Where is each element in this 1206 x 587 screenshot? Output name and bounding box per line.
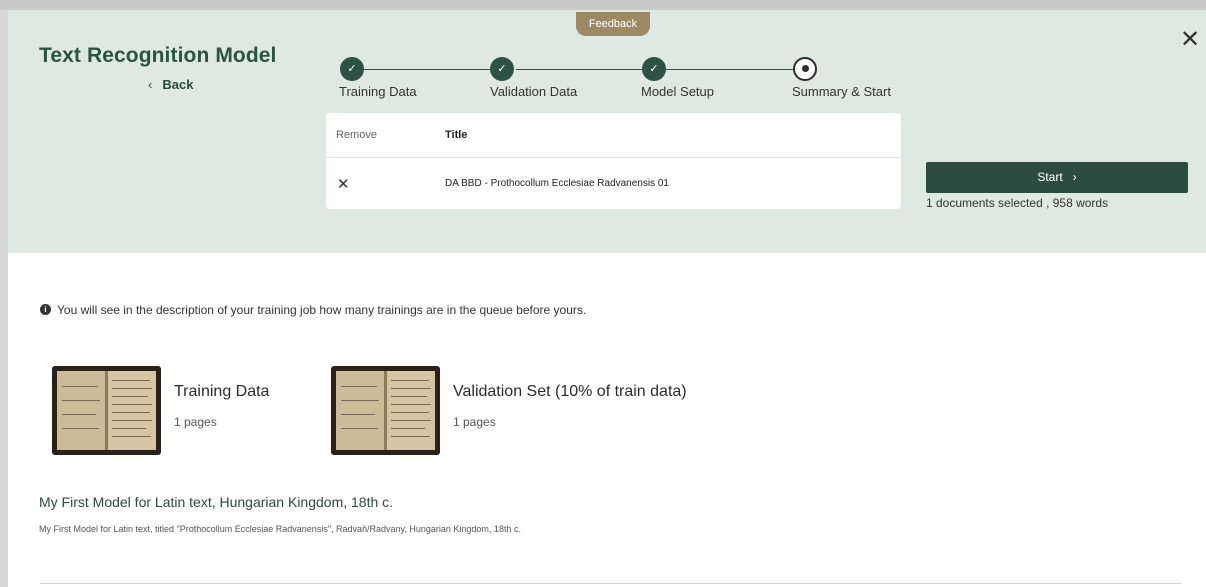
selection-summary: 1 documents selected , 958 words [926,196,1109,210]
step-connector [364,69,490,70]
step-label-validation-data[interactable]: Validation Data [490,84,577,99]
start-label: Start [1037,170,1063,184]
step-4-current-icon[interactable] [793,57,817,81]
step-connector [516,69,642,70]
column-header-title[interactable]: Title [445,129,467,141]
page-title: Text Recognition Model [39,44,277,67]
column-header-remove: Remove [336,129,377,141]
back-label: Back [162,77,194,92]
selected-documents-table: Remove Title ✕ DA BBD - Prothocollum Ecc… [326,113,901,209]
section-divider [40,583,1181,584]
close-icon[interactable]: ✕ [1180,28,1200,52]
step-2-check-icon[interactable]: ✓ [490,57,514,81]
start-button[interactable]: Start › [926,162,1188,193]
model-name: My First Model for Latin text, Hungarian… [39,494,394,510]
chevron-left-icon: ‹ [148,77,153,92]
step-3-check-icon[interactable]: ✓ [642,57,666,81]
back-button[interactable]: ‹ Back [148,77,193,92]
queue-info-text: You will see in the description of your … [57,303,587,317]
step-1-check-icon[interactable]: ✓ [340,57,364,81]
chevron-right-icon: › [1072,170,1077,184]
validation-set-title: Validation Set (10% of train data) [453,383,687,400]
step-connector [666,69,794,70]
table-row-title: DA BBD - Prothocollum Ecclesiae Radvanen… [445,178,669,189]
window-frame-top [0,0,1206,10]
training-data-pages: 1 pages [174,415,217,429]
window-frame-left [0,10,8,587]
validation-set-pages: 1 pages [453,415,496,429]
step-label-summary-start[interactable]: Summary & Start [792,84,891,99]
step-label-model-setup[interactable]: Model Setup [641,84,714,99]
validation-set-thumbnail [331,366,440,455]
feedback-tab[interactable]: Feedback [576,12,650,36]
model-description: My First Model for Latin text, titled "P… [39,524,521,534]
info-icon: i [40,304,51,316]
queue-info: i You will see in the description of your… [40,303,586,317]
step-label-training-data[interactable]: Training Data [339,84,417,99]
training-data-title: Training Data [174,383,270,400]
training-data-thumbnail [52,366,161,455]
remove-document-icon[interactable]: ✕ [337,175,350,193]
table-divider [326,157,901,158]
